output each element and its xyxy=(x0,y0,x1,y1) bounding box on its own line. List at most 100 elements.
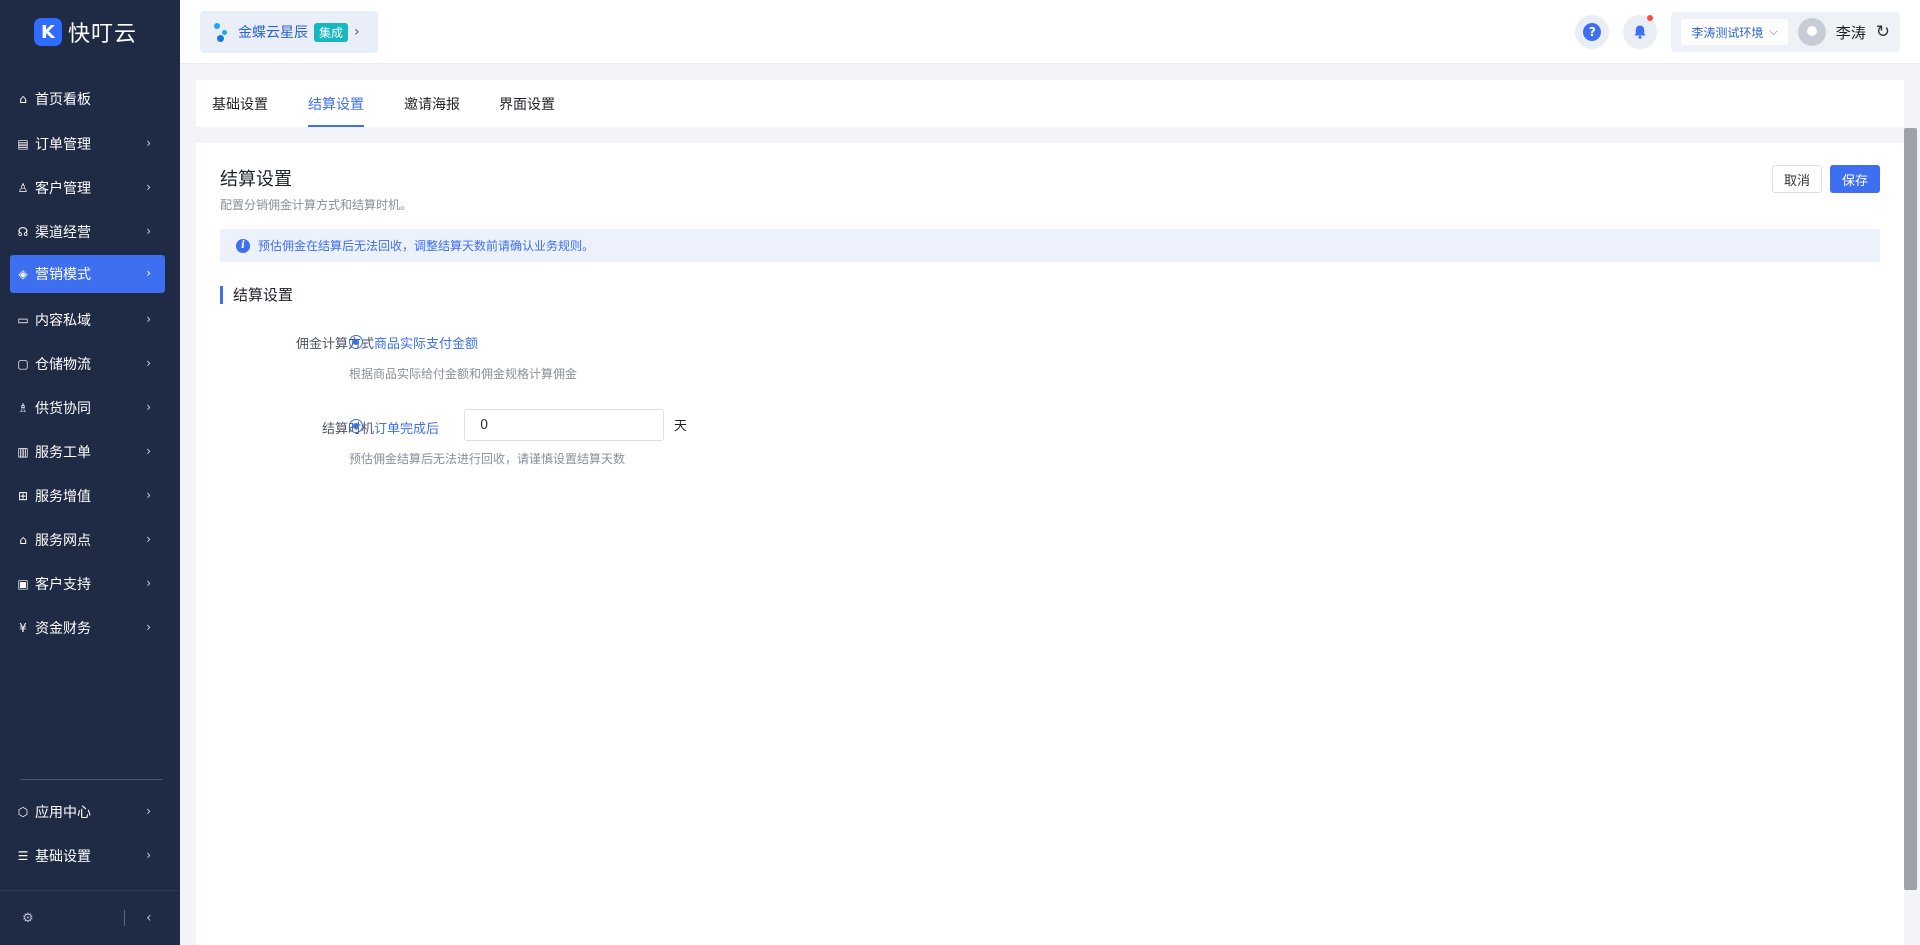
sidebar-item-label: 服务网点 xyxy=(35,533,91,549)
top-bar: K 快叮云 金蝶云星辰 集成 › ? 李涛测试环境 ⌵ 李涛 ↻ xyxy=(0,0,1920,64)
chevron-right-icon: › xyxy=(146,532,151,546)
main-content: 结算设置 配置分销佣金计算方式和结算时机。 取消 保存 i 预估佣金在结算后无法… xyxy=(196,143,1904,945)
support-icon: ▣ xyxy=(17,577,29,591)
alert-text: 预估佣金在结算后无法回收，调整结算天数前请确认业务规则。 xyxy=(258,239,595,253)
environment-select[interactable]: 李涛测试环境 ⌵ xyxy=(1681,19,1788,45)
sidebar-item-label: 资金财务 xyxy=(35,621,91,637)
settlement-days-input[interactable] xyxy=(464,409,664,441)
sidebar-footer: ⚙ ‹ xyxy=(0,890,180,945)
cube-icon: ⬡ xyxy=(17,805,29,819)
clipboard-icon: ▤ xyxy=(17,137,29,151)
tag-icon: ◈ xyxy=(18,267,28,281)
notification-button[interactable] xyxy=(1623,15,1658,49)
commission-method-option[interactable]: 商品实际支付金额 xyxy=(374,333,478,352)
sidebar-item-service-points[interactable]: ⌂ 服务网点 › xyxy=(10,521,165,559)
user-name[interactable]: 李涛 xyxy=(1836,22,1866,43)
gear-icon[interactable]: ⚙ xyxy=(22,911,34,926)
chevron-right-icon: › xyxy=(146,136,151,150)
sidebar-item-label: 首页看板 xyxy=(35,92,91,108)
home-icon: ⌂ xyxy=(19,92,27,106)
user-icon: ♙ xyxy=(17,181,29,195)
sidebar-item-label: 渠道经营 xyxy=(35,225,91,241)
sidebar-item-label: 内容私域 xyxy=(35,313,91,329)
sidebar-item-customers[interactable]: ♙ 客户管理 › xyxy=(10,169,165,207)
store-icon: ⌂ xyxy=(19,533,27,547)
info-alert: i 预估佣金在结算后无法回收，调整结算天数前请确认业务规则。 xyxy=(220,229,1880,262)
section-title: 结算设置 xyxy=(220,286,293,304)
page-subtitle: 配置分销佣金计算方式和结算时机。 xyxy=(220,198,413,212)
sidebar-item-label: 客户管理 xyxy=(35,181,91,197)
bell-icon xyxy=(1634,25,1646,39)
sidebar-divider xyxy=(20,779,163,780)
sidebar-item-support[interactable]: ▣ 客户支持 › xyxy=(10,565,165,603)
scrollbar-thumb[interactable] xyxy=(1904,128,1917,890)
sidebar-item-orders[interactable]: ▤ 订单管理 › xyxy=(10,125,165,163)
notification-dot xyxy=(1647,15,1654,21)
sidebar-item-channels[interactable]: ☊ 渠道经营 › xyxy=(10,213,165,251)
sidebar-item-label: 服务增值 xyxy=(35,489,91,505)
sidebar-item-finance[interactable]: ¥ 资金财务 › xyxy=(10,609,165,647)
sidebar-item-value-added[interactable]: ⊞ 服务增值 › xyxy=(10,477,165,515)
sidebar: ⌂ 首页看板 ▤ 订单管理 › ♙ 客户管理 › ☊ 渠道经营 › ◈ 营销模式… xyxy=(0,64,180,945)
channel-icon: ☊ xyxy=(17,225,29,239)
chevron-right-icon: › xyxy=(146,224,151,238)
tab-invite-poster[interactable]: 邀请海报 xyxy=(404,94,460,127)
org-name: 金蝶云星辰 xyxy=(238,25,308,41)
refresh-icon[interactable]: ↻ xyxy=(1876,22,1890,42)
supply-icon: ♗ xyxy=(17,401,29,415)
footer-divider xyxy=(124,910,125,926)
org-switcher[interactable]: 金蝶云星辰 集成 › xyxy=(200,11,378,53)
box-icon: ▢ xyxy=(17,357,29,371)
tab-basic-settings[interactable]: 基础设置 xyxy=(212,94,268,127)
days-unit: 天 xyxy=(674,419,688,434)
sidebar-item-dashboard[interactable]: ⌂ 首页看板 xyxy=(10,80,165,118)
collapse-sidebar-icon[interactable]: ‹ xyxy=(146,910,152,926)
chevron-right-icon: › xyxy=(354,24,360,40)
chevron-right-icon: › xyxy=(146,576,151,590)
commission-method-hint: 根据商品实际给付金额和佣金规格计算佣金 xyxy=(349,367,578,381)
chevron-right-icon: › xyxy=(146,848,151,862)
chevron-right-icon: › xyxy=(146,620,151,634)
chevron-right-icon: › xyxy=(146,400,151,414)
tab-settlement-settings[interactable]: 结算设置 xyxy=(308,94,364,127)
chevron-right-icon: › xyxy=(146,804,151,818)
bag-icon: ⊞ xyxy=(17,489,29,503)
chevron-right-icon: › xyxy=(146,312,151,326)
sidebar-item-label: 供货协同 xyxy=(35,401,91,417)
chevron-right-icon: › xyxy=(146,266,151,280)
yuan-icon: ¥ xyxy=(19,621,27,635)
sidebar-item-marketing[interactable]: ◈ 营销模式 › xyxy=(10,255,165,293)
sidebar-item-content[interactable]: ▭ 内容私域 › xyxy=(10,301,165,339)
sidebar-item-label: 应用中心 xyxy=(35,805,91,821)
avatar[interactable] xyxy=(1797,18,1826,46)
sidebar-item-basic-settings[interactable]: ☰ 基础设置 › xyxy=(10,837,165,875)
settings-tabs: 基础设置 结算设置 邀请海报 界面设置 xyxy=(196,80,1904,127)
chevron-right-icon: › xyxy=(146,444,151,458)
ticket-icon: ▥ xyxy=(17,445,29,459)
tab-interface-settings[interactable]: 界面设置 xyxy=(499,94,555,127)
app-name: 快叮云 xyxy=(68,22,138,47)
user-box: 李涛测试环境 ⌵ 李涛 ↻ xyxy=(1671,12,1900,52)
sidebar-item-service-tickets[interactable]: ▥ 服务工单 › xyxy=(10,433,165,471)
sidebar-item-app-center[interactable]: ⬡ 应用中心 › xyxy=(10,793,165,831)
info-icon: i xyxy=(236,238,250,253)
settlement-timing-radio[interactable] xyxy=(349,419,363,433)
environment-label: 李涛测试环境 xyxy=(1691,25,1764,40)
cancel-button[interactable]: 取消 xyxy=(1772,165,1822,193)
sliders-icon: ☰ xyxy=(17,849,29,863)
image-icon: ▭ xyxy=(17,313,29,327)
logo-mark-icon: K xyxy=(34,18,62,46)
sidebar-item-warehouse[interactable]: ▢ 仓储物流 › xyxy=(10,345,165,383)
save-button[interactable]: 保存 xyxy=(1830,165,1880,193)
chevron-right-icon: › xyxy=(146,356,151,370)
sidebar-item-supply[interactable]: ♗ 供货协同 › xyxy=(10,389,165,427)
org-logo-icon xyxy=(214,21,232,43)
app-logo[interactable]: K 快叮云 xyxy=(0,0,180,64)
settlement-timing-option[interactable]: 订单完成后 xyxy=(374,418,439,437)
commission-method-radio[interactable] xyxy=(349,335,363,349)
chevron-right-icon: › xyxy=(146,488,151,502)
sidebar-item-label: 仓储物流 xyxy=(35,357,91,373)
help-icon: ? xyxy=(1583,23,1602,41)
help-button[interactable]: ? xyxy=(1575,15,1610,49)
sidebar-item-label: 基础设置 xyxy=(35,849,91,865)
